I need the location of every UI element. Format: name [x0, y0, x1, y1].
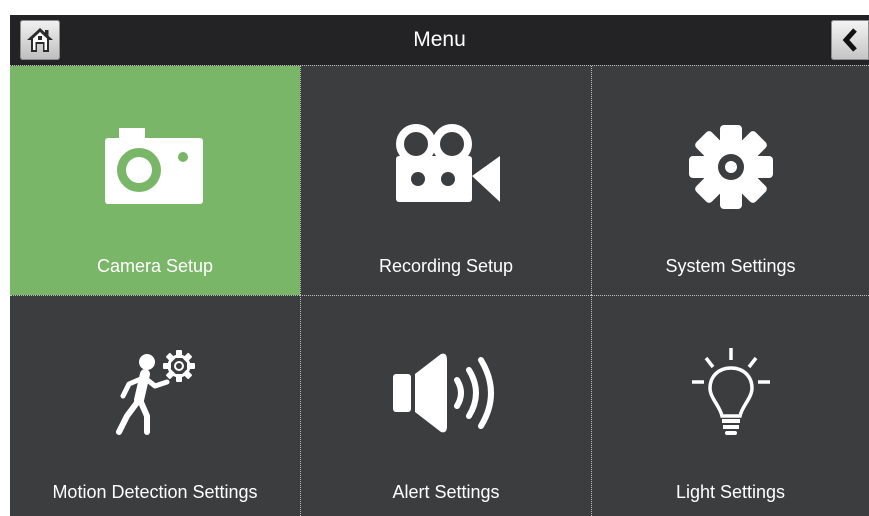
tile-alert-settings[interactable]: Alert Settings: [300, 295, 591, 516]
home-button[interactable]: [20, 20, 60, 60]
tile-light-settings[interactable]: Light Settings: [591, 295, 869, 516]
screen: Menu Camera Setup Recording Setup System…: [10, 15, 869, 516]
speaker-icon: [393, 353, 494, 433]
tile-label: Camera Setup: [96, 256, 214, 276]
page-title: Menu: [413, 28, 466, 51]
menu-grid: Camera Setup Recording Setup System Sett…: [10, 65, 869, 516]
motion-detection-icon: [116, 350, 195, 435]
tile-label: Motion Detection Settings: [52, 482, 258, 502]
gear-icon: [688, 125, 773, 209]
back-button[interactable]: [831, 20, 869, 60]
tile-label: System Settings: [665, 256, 796, 276]
top-bar: Menu: [10, 15, 869, 65]
tile-label: Alert Settings: [392, 482, 500, 502]
chevron-left-icon: [842, 28, 857, 52]
tile-recording-setup[interactable]: Recording Setup: [300, 66, 591, 295]
home-icon: [27, 28, 53, 52]
tile-camera-setup[interactable]: Camera Setup: [10, 66, 300, 295]
video-camera-icon: [396, 124, 500, 202]
tile-motion-detection-settings[interactable]: Motion Detection Settings: [10, 295, 300, 516]
tile-label: Light Settings: [675, 482, 786, 502]
tile-label: Recording Setup: [378, 256, 514, 276]
camera-icon: [105, 128, 203, 204]
tile-system-settings[interactable]: System Settings: [591, 66, 869, 295]
light-bulb-icon: [691, 348, 770, 435]
